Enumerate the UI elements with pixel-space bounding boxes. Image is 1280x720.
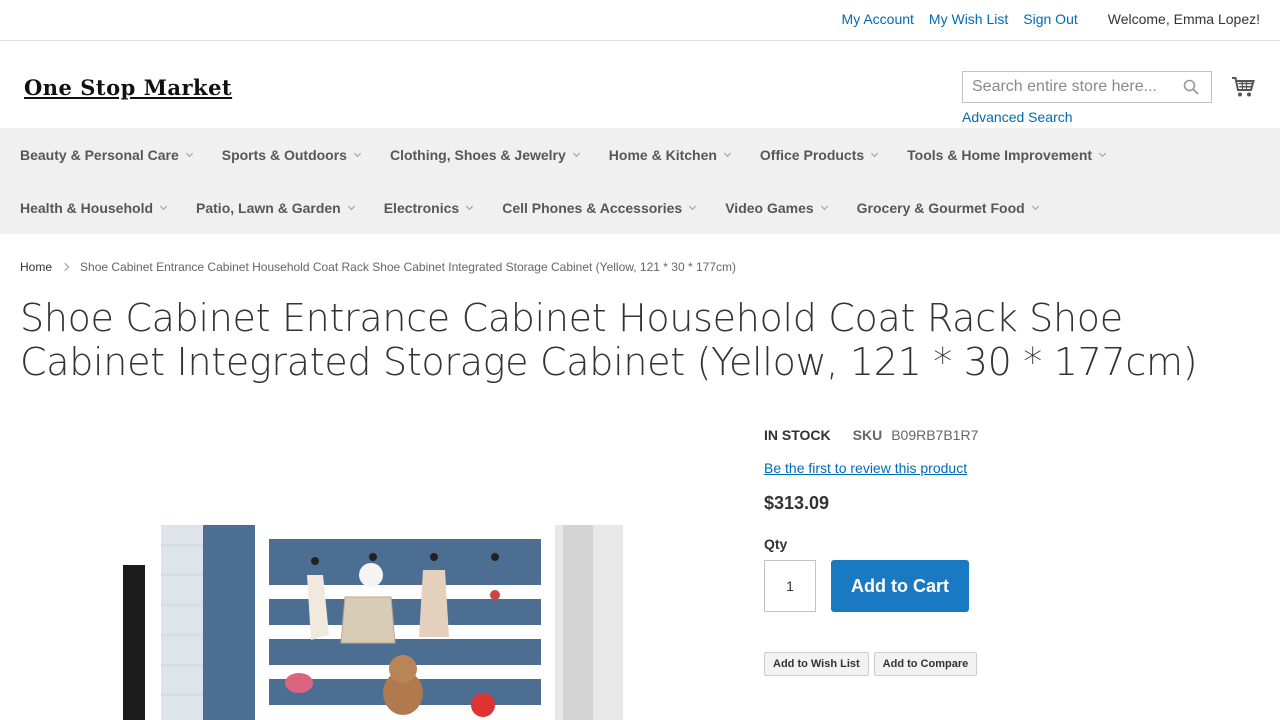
nav-item-home-kitchen[interactable]: Home & Kitchen bbox=[608, 146, 731, 163]
nav-item-label: Video Games bbox=[725, 199, 814, 216]
nav-item-clothing-shoes-jewelry[interactable]: Clothing, Shoes & Jewelry bbox=[389, 146, 580, 163]
qty-label: Qty bbox=[764, 536, 788, 552]
add-to-wishlist-button[interactable]: Add to Wish List bbox=[764, 652, 869, 676]
nav-item-label: Tools & Home Improvement bbox=[907, 146, 1093, 163]
chevron-down-icon bbox=[1031, 202, 1039, 210]
review-link[interactable]: Be the first to review this product bbox=[764, 460, 967, 476]
chevron-down-icon bbox=[159, 202, 168, 210]
nav-item-label: Grocery & Gourmet Food bbox=[856, 199, 1025, 216]
nav-item-label: Clothing, Shoes & Jewelry bbox=[389, 146, 566, 163]
qty-input[interactable] bbox=[764, 560, 816, 612]
chevron-down-icon bbox=[185, 149, 193, 157]
add-to-cart-button[interactable]: Add to Cart bbox=[831, 560, 969, 612]
stock-status: IN STOCK bbox=[764, 427, 831, 443]
breadcrumb-home-link[interactable]: Home bbox=[20, 260, 52, 274]
product-photo bbox=[123, 525, 623, 720]
chevron-down-icon bbox=[689, 202, 697, 210]
nav-item-health-household[interactable]: Health & Household bbox=[20, 199, 168, 216]
page-title: Shoe Cabinet Entrance Cabinet Household … bbox=[20, 296, 1198, 384]
stock-sku-line: IN STOCK SKU B09RB7B1R7 bbox=[764, 426, 978, 444]
top-links: My Account My Wish List Sign Out Welcome… bbox=[827, 11, 1260, 27]
nav-row-1: Beauty & Personal Care Sports & Outdoors… bbox=[20, 128, 1135, 181]
my-wish-list-link[interactable]: My Wish List bbox=[929, 11, 1008, 27]
search-input[interactable] bbox=[963, 72, 1173, 102]
nav-item-electronics[interactable]: Electronics bbox=[383, 199, 474, 216]
nav-item-label: Beauty & Personal Care bbox=[20, 146, 179, 163]
product-image[interactable] bbox=[123, 525, 623, 720]
sign-out-link[interactable]: Sign Out bbox=[1023, 11, 1077, 27]
chevron-right-icon bbox=[60, 262, 70, 272]
chevron-down-icon bbox=[466, 202, 474, 210]
cart-icon[interactable] bbox=[1231, 76, 1255, 98]
welcome-message: Welcome, Emma Lopez! bbox=[1107, 11, 1260, 27]
nav-item-label: Electronics bbox=[383, 199, 460, 216]
nav-item-video-games[interactable]: Video Games bbox=[725, 199, 828, 216]
search-box bbox=[962, 71, 1212, 103]
nav-item-label: Cell Phones & Accessories bbox=[502, 199, 683, 216]
nav-item-office-products[interactable]: Office Products bbox=[759, 146, 879, 163]
category-navigation: Beauty & Personal Care Sports & Outdoors… bbox=[0, 128, 1280, 234]
nav-item-label: Patio, Lawn & Garden bbox=[196, 199, 341, 216]
nav-item-label: Sports & Outdoors bbox=[221, 146, 347, 163]
chevron-down-icon bbox=[820, 202, 828, 210]
add-to-compare-button[interactable]: Add to Compare bbox=[873, 652, 978, 676]
nav-item-tools-home-improvement[interactable]: Tools & Home Improvement bbox=[907, 146, 1107, 163]
nav-item-patio-lawn-garden[interactable]: Patio, Lawn & Garden bbox=[196, 199, 355, 216]
advanced-search-link[interactable]: Advanced Search bbox=[962, 109, 1073, 125]
sku-value: B09RB7B1R7 bbox=[891, 427, 979, 443]
sku-label: SKU bbox=[852, 427, 883, 443]
chevron-down-icon bbox=[353, 149, 362, 157]
nav-item-label: Home & Kitchen bbox=[608, 146, 717, 163]
nav-item-beauty-personal-care[interactable]: Beauty & Personal Care bbox=[20, 146, 193, 163]
search-icon[interactable] bbox=[1183, 79, 1199, 95]
site-header: One Stop Market Advanced Search bbox=[0, 41, 1280, 128]
nav-item-label: Office Products bbox=[759, 146, 865, 163]
secondary-actions: Add to Wish List Add to Compare bbox=[764, 652, 982, 676]
nav-item-sports-outdoors[interactable]: Sports & Outdoors bbox=[221, 146, 362, 163]
my-account-link[interactable]: My Account bbox=[842, 11, 914, 27]
breadcrumb-current: Shoe Cabinet Entrance Cabinet Household … bbox=[80, 260, 736, 274]
product-info: IN STOCK SKU B09RB7B1R7 Be the first to … bbox=[764, 426, 978, 676]
top-utility-bar: My Account My Wish List Sign Out Welcome… bbox=[0, 0, 1280, 41]
nav-item-cell-phones-accessories[interactable]: Cell Phones & Accessories bbox=[502, 199, 697, 216]
chevron-down-icon bbox=[723, 149, 731, 157]
chevron-down-icon bbox=[347, 202, 355, 210]
chevron-down-icon bbox=[572, 149, 580, 157]
breadcrumb: Home Shoe Cabinet Entrance Cabinet House… bbox=[20, 260, 736, 274]
chevron-down-icon bbox=[871, 149, 879, 157]
product-price: $313.09 bbox=[764, 493, 830, 513]
nav-item-label: Health & Household bbox=[20, 199, 154, 216]
nav-row-2: Health & Household Patio, Lawn & Garden … bbox=[20, 181, 1068, 234]
nav-item-grocery-gourmet-food[interactable]: Grocery & Gourmet Food bbox=[856, 199, 1039, 216]
chevron-down-icon bbox=[1099, 149, 1107, 157]
store-logo[interactable]: One Stop Market bbox=[24, 75, 232, 100]
